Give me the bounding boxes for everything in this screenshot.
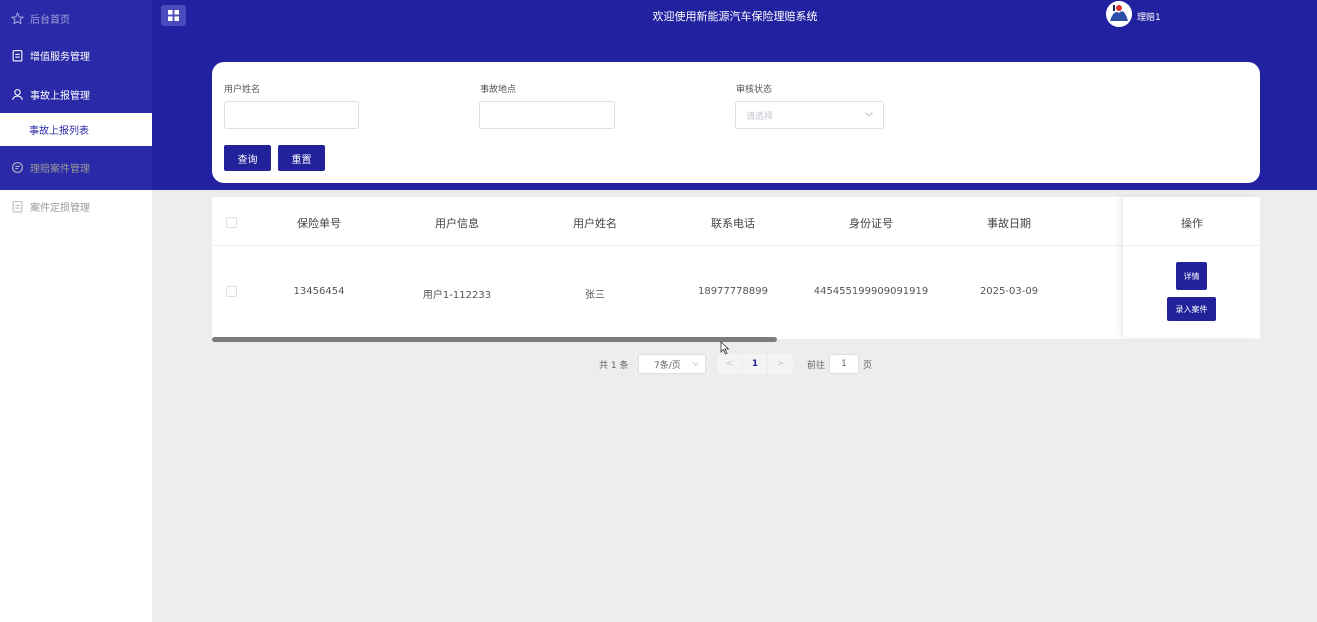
- chevron-down-icon: [692, 359, 699, 369]
- cell-date: 2025-03-09: [979, 286, 1039, 297]
- cell-user-name: 张三: [585, 290, 605, 301]
- goto-page-input[interactable]: 1: [829, 354, 859, 374]
- sidebar-item-value-added[interactable]: 增值服务管理: [0, 37, 152, 73]
- actions-column: 操作 详情 录入案件: [1122, 197, 1261, 337]
- sidebar-item-claims[interactable]: 理赔案件管理: [0, 149, 152, 185]
- column-header: 事故日期: [987, 217, 1031, 230]
- next-page-button[interactable]: >: [768, 354, 793, 374]
- user-icon: [10, 87, 24, 101]
- goto-suffix: 页: [863, 361, 873, 371]
- header-divider: [1123, 245, 1261, 246]
- horizontal-scrollbar[interactable]: [212, 337, 777, 342]
- column-header: 身份证号: [849, 217, 893, 230]
- query-button[interactable]: 查询: [224, 145, 271, 171]
- goto-prefix: 前往: [807, 361, 826, 371]
- clipboard-icon: [10, 48, 24, 62]
- cell-id-no: 445455199909091919: [813, 286, 929, 297]
- sidebar-item-accident-report[interactable]: 事故上报管理: [0, 76, 152, 112]
- enter-case-button[interactable]: 录入案件: [1167, 297, 1216, 321]
- column-header: 用户姓名: [573, 217, 617, 230]
- reset-button[interactable]: 重置: [278, 145, 325, 171]
- column-header: 用户信息: [435, 217, 479, 230]
- sidebar-item-label: 增值服务管理: [30, 51, 90, 63]
- pagination-total: 共 1 条: [599, 361, 629, 371]
- select-placeholder: 请选择: [746, 111, 774, 122]
- chat-icon: [10, 160, 24, 174]
- review-status-select[interactable]: 请选择: [735, 101, 884, 129]
- data-table: 保险单号 用户信息 用户姓名 联系电话 身份证号 事故日期 13456454 用…: [212, 197, 1261, 339]
- mouse-cursor-icon: [720, 341, 730, 358]
- user-name[interactable]: 理赔1: [1137, 10, 1161, 23]
- search-panel: 用户姓名 事故地点 审核状态 请选择 查询 重置: [212, 62, 1260, 183]
- review-status-label: 审核状态: [736, 85, 773, 95]
- cell-policy-no: 13456454: [293, 286, 345, 297]
- sidebar-item-home[interactable]: 后台首页: [0, 0, 152, 36]
- header-divider: [212, 245, 1260, 246]
- sidebar-item-label: 案件定损管理: [30, 202, 90, 214]
- page-size-select[interactable]: 7条/页: [638, 354, 706, 374]
- sidebar-item-label: 理赔案件管理: [30, 163, 90, 175]
- column-header: 保险单号: [297, 217, 341, 230]
- clipboard-icon: [10, 199, 24, 213]
- column-header: 操作: [1181, 217, 1203, 230]
- star-icon: [10, 11, 24, 25]
- user-name-label: 用户姓名: [224, 85, 261, 95]
- grid-icon: [168, 10, 179, 21]
- avatar[interactable]: [1106, 1, 1132, 27]
- sidebar: 后台首页 增值服务管理 事故上报管理 事故上报列表 理赔案件管理 案件定损管理: [0, 0, 152, 622]
- user-name-input[interactable]: [224, 101, 359, 129]
- details-button[interactable]: 详情: [1176, 262, 1207, 290]
- column-header: 联系电话: [711, 217, 755, 230]
- page-title: 欢迎使用新能源汽车保险理赔系统: [652, 10, 818, 23]
- cell-user-info: 用户1-112233: [422, 290, 492, 301]
- select-all-checkbox[interactable]: [226, 217, 237, 228]
- sidebar-item-accident-list[interactable]: 事故上报列表: [0, 113, 152, 147]
- cell-phone: 18977778899: [698, 286, 768, 297]
- accident-location-label: 事故地点: [480, 85, 517, 95]
- chevron-down-icon: [865, 110, 873, 120]
- sidebar-item-label: 事故上报管理: [30, 90, 90, 102]
- menu-toggle-button[interactable]: [161, 5, 186, 26]
- sidebar-item-loss-assessment[interactable]: 案件定损管理: [0, 188, 152, 224]
- accident-location-input[interactable]: [479, 101, 615, 129]
- page-size-label: 7条/页: [654, 360, 681, 371]
- sidebar-item-label: 后台首页: [30, 14, 70, 26]
- page-number-current[interactable]: 1: [743, 354, 767, 374]
- sidebar-item-label: 事故上报列表: [29, 126, 89, 137]
- row-checkbox[interactable]: [226, 286, 237, 297]
